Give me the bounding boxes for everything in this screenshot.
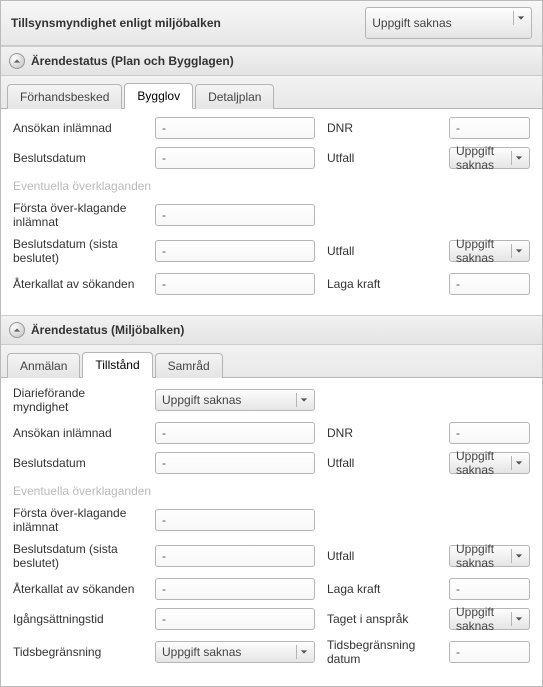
pbl-utfall-select[interactable]: Uppgift saknas: [449, 147, 530, 169]
chevron-down-icon: [511, 151, 525, 165]
tab-tillstand[interactable]: Tillstånd: [82, 352, 152, 378]
mb-dnr-input[interactable]: [449, 422, 530, 444]
mb-aterkallat-input[interactable]: [155, 578, 315, 600]
mb-tidsbegr-datum-label: Tidsbegränsning datum: [327, 638, 437, 666]
mb-beslut-sista-input[interactable]: [155, 545, 315, 567]
pbl-utfall2-label: Utfall: [327, 244, 437, 258]
pbl-lagakraft-label: Laga kraft: [327, 277, 437, 291]
mb-igang-label: Igångsättningstid: [13, 612, 143, 626]
mb-aterkallat-label: Återkallat av sökanden: [13, 582, 143, 596]
pbl-ansokan-label: Ansökan inlämnad: [13, 121, 143, 135]
pbl-panel: Ansökan inlämnad DNR Beslutsdatum Utfall…: [1, 109, 542, 315]
pbl-dnr-input[interactable]: [449, 117, 530, 139]
mb-section-title: Ärendestatus (Miljöbalken): [31, 323, 184, 337]
tillsynsmyndighet-label: Tillsynsmyndighet enligt miljöbalken: [11, 16, 365, 30]
chevron-down-icon: [296, 645, 310, 659]
tab-samrad[interactable]: Samråd: [155, 353, 223, 378]
chevron-down-icon: [511, 244, 525, 258]
mb-diarie-label: Diarieförande myndighet: [13, 386, 143, 414]
mb-overklag-header: Eventuella överklaganden: [13, 484, 530, 498]
pbl-aterkallat-input[interactable]: [155, 273, 315, 295]
pbl-utfall2-select[interactable]: Uppgift saknas: [449, 240, 530, 262]
pbl-forsta-input[interactable]: [155, 204, 315, 226]
mb-beslut-sista-label: Beslutsdatum (sista beslutet): [13, 542, 143, 570]
mb-tidsbegr-value: Uppgift saknas: [162, 645, 241, 659]
mb-ansokan-input[interactable]: [155, 422, 315, 444]
pbl-beslutsdatum-label: Beslutsdatum: [13, 151, 143, 165]
pbl-section-title: Ärendestatus (Plan och Bygglagen): [31, 54, 234, 68]
pbl-overklag-header: Eventuella överklaganden: [13, 179, 530, 193]
mb-utfall2-select[interactable]: Uppgift saknas: [449, 545, 530, 567]
chevron-down-icon: [296, 393, 310, 407]
pbl-ansokan-input[interactable]: [155, 117, 315, 139]
mb-lagakraft-label: Laga kraft: [327, 582, 437, 596]
pbl-beslut-sista-label: Beslutsdatum (sista beslutet): [13, 237, 143, 265]
mb-section-header[interactable]: Ärendestatus (Miljöbalken): [1, 315, 542, 345]
pbl-lagakraft-input[interactable]: [449, 273, 530, 295]
chevron-down-icon: [511, 456, 525, 470]
chevron-down-icon: [513, 11, 527, 25]
mb-utfall-select[interactable]: Uppgift saknas: [449, 452, 530, 474]
chevron-down-icon: [511, 612, 525, 626]
mb-igang-input[interactable]: [155, 608, 315, 630]
pbl-beslut-sista-input[interactable]: [155, 240, 315, 262]
mb-forsta-input[interactable]: [155, 509, 315, 531]
mb-dnr-label: DNR: [327, 426, 437, 440]
pbl-section-header[interactable]: Ärendestatus (Plan och Bygglagen): [1, 46, 542, 76]
mb-panel: Diarieförande myndighet Uppgift saknas A…: [1, 378, 542, 686]
mb-taget-label: Taget i anspråk: [327, 612, 437, 626]
pbl-utfall-label: Utfall: [327, 151, 437, 165]
mb-lagakraft-input[interactable]: [449, 578, 530, 600]
mb-tidsbegr-datum-input[interactable]: [449, 641, 530, 663]
chevron-up-icon: [9, 322, 25, 338]
pbl-forsta-label: Första över-klagande inlämnat: [13, 201, 143, 229]
mb-ansokan-label: Ansökan inlämnad: [13, 426, 143, 440]
tillsynsmyndighet-select[interactable]: Uppgift saknas: [365, 7, 532, 39]
pbl-aterkallat-label: Återkallat av sökanden: [13, 277, 143, 291]
mb-utfall-label: Utfall: [327, 456, 437, 470]
mb-beslutsdatum-label: Beslutsdatum: [13, 456, 143, 470]
mb-beslutsdatum-input[interactable]: [155, 452, 315, 474]
pbl-beslutsdatum-input[interactable]: [155, 147, 315, 169]
tillsynsmyndighet-value: Uppgift saknas: [372, 16, 451, 30]
mb-tidsbegr-select[interactable]: Uppgift saknas: [155, 641, 315, 663]
mb-forsta-label: Första över-klagande inlämnat: [13, 506, 143, 534]
mb-diarie-select[interactable]: Uppgift saknas: [155, 389, 315, 411]
tab-forhandsbesked[interactable]: Förhandsbesked: [7, 84, 122, 109]
mb-taget-select[interactable]: Uppgift saknas: [449, 608, 530, 630]
chevron-up-icon: [9, 53, 25, 69]
tab-anmalan[interactable]: Anmälan: [7, 353, 80, 378]
mb-diarie-value: Uppgift saknas: [162, 393, 241, 407]
chevron-down-icon: [511, 549, 525, 563]
tab-detaljplan[interactable]: Detaljplan: [195, 84, 274, 109]
mb-utfall2-label: Utfall: [327, 549, 437, 563]
mb-tidsbegr-label: Tidsbegränsning: [13, 645, 143, 659]
tab-bygglov[interactable]: Bygglov: [124, 83, 193, 109]
pbl-tabs: Förhandsbesked Bygglov Detaljplan: [1, 76, 542, 109]
mb-tabs: Anmälan Tillstånd Samråd: [1, 345, 542, 378]
pbl-dnr-label: DNR: [327, 121, 437, 135]
